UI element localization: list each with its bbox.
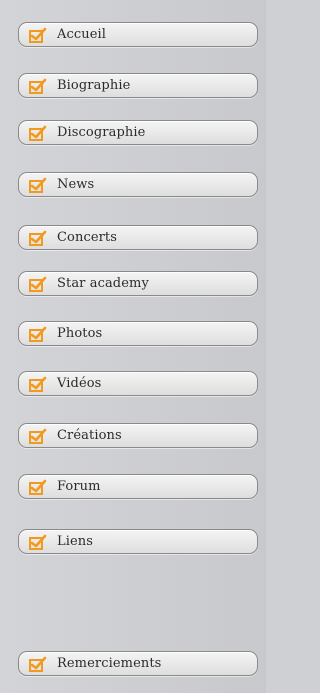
checkmark-icon	[29, 326, 47, 342]
checkmark-icon	[29, 479, 47, 495]
menu-item-label: Créations	[57, 428, 122, 443]
menu-item-label: Remerciements	[57, 656, 162, 671]
menu-item-news[interactable]: News	[18, 172, 258, 197]
menu-item-biographie[interactable]: Biographie	[18, 73, 258, 98]
menu-item-remerciements[interactable]: Remerciements	[18, 651, 258, 676]
checkmark-icon	[29, 428, 47, 444]
menu-item-liens[interactable]: Liens	[18, 529, 258, 554]
menu-item-accueil[interactable]: Accueil	[18, 22, 258, 47]
menu-item-star-academy[interactable]: Star academy	[18, 271, 258, 296]
menu-item-label: Photos	[57, 326, 103, 341]
checkmark-icon	[29, 534, 47, 550]
checkmark-icon	[29, 177, 47, 193]
checkmark-icon	[29, 27, 47, 43]
checkmark-icon	[29, 78, 47, 94]
menu-item-videos[interactable]: Vidéos	[18, 371, 258, 396]
checkmark-icon	[29, 656, 47, 672]
menu-item-label: Discographie	[57, 125, 146, 140]
checkmark-icon	[29, 276, 47, 292]
menu-item-label: News	[57, 177, 95, 192]
menu-item-label: Forum	[57, 479, 101, 494]
menu-item-label: Biographie	[57, 78, 131, 93]
menu-item-label: Star academy	[57, 276, 149, 291]
menu-item-photos[interactable]: Photos	[18, 321, 258, 346]
checkmark-icon	[29, 125, 47, 141]
menu-item-label: Accueil	[57, 27, 107, 42]
menu-item-label: Liens	[57, 534, 94, 549]
navigation-sidebar: Accueil Biographie Discographie News Con…	[0, 0, 266, 693]
checkmark-icon	[29, 230, 47, 246]
menu-item-concerts[interactable]: Concerts	[18, 225, 258, 250]
menu-item-forum[interactable]: Forum	[18, 474, 258, 499]
checkmark-icon	[29, 376, 47, 392]
menu-item-label: Concerts	[57, 230, 118, 245]
menu-item-label: Vidéos	[57, 376, 102, 391]
menu-item-discographie[interactable]: Discographie	[18, 120, 258, 145]
menu-item-creations[interactable]: Créations	[18, 423, 258, 448]
